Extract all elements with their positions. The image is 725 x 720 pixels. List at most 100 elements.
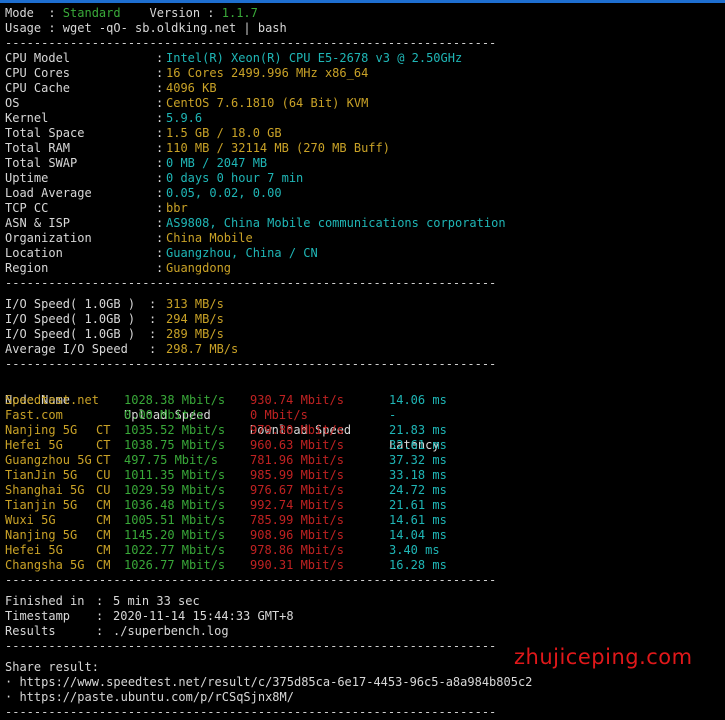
- io-speed-row: I/O Speed( 1.0GB ):313 MB/s: [5, 297, 725, 312]
- node-isp: CU: [96, 468, 111, 482]
- download-speed: 908.96 Mbit/s: [250, 528, 344, 542]
- version-value: 1.1.7: [221, 6, 258, 20]
- mode-value: Standard: [62, 6, 121, 20]
- latency: 14.04 ms: [389, 528, 447, 542]
- system-info-row: Organization: China Mobile: [5, 231, 725, 246]
- node-isp: CM: [96, 513, 111, 527]
- io-value: 289 MB/s: [166, 327, 224, 341]
- info-colon: :: [156, 231, 164, 245]
- io-colon: :: [149, 297, 157, 311]
- status-value: 5 min 33 sec: [113, 594, 200, 608]
- io-speed-row: I/O Speed( 1.0GB ):294 MB/s: [5, 312, 725, 327]
- watermark-text: zhujiceping.com: [514, 645, 693, 669]
- latency: 16.28 ms: [389, 558, 447, 572]
- system-info-row: Total RAM:110 MB / 32114 MB (270 MB Buff…: [5, 141, 725, 156]
- info-value: 1.5 GB / 18.0 GB: [166, 126, 282, 140]
- share-link-paste[interactable]: · https://paste.ubuntu.com/p/rCSqSjnx8M/: [5, 690, 725, 705]
- io-speed-row: Average I/O Speed:298.7 MB/s: [5, 342, 725, 357]
- upload-speed: 1038.75 Mbit/s: [124, 438, 226, 452]
- info-key: Load Average: [5, 186, 92, 200]
- status-key: Results: [5, 624, 56, 638]
- node-isp: CT: [96, 423, 111, 437]
- node-isp: CT: [96, 453, 111, 467]
- speedtest-row: Shanghai 5G CU 1029.59 Mbit/s 976.67 Mbit/s…: [5, 483, 725, 498]
- system-info-row: Uptime:0 days 0 hour 7 min: [5, 171, 725, 186]
- speedtest-row: Wuxi 5G CM 1005.51 Mbit/s 785.99 Mbit/s 14.6…: [5, 513, 725, 528]
- upload-speed: 1026.77 Mbit/s: [124, 558, 226, 572]
- system-info-row: CPU Model: Intel(R) Xeon(R) CPU E5-2678 v…: [5, 51, 725, 66]
- info-colon: :: [156, 171, 164, 185]
- upload-speed: 1029.59 Mbit/s: [124, 483, 226, 497]
- node-name: Nanjing 5G: [5, 528, 78, 542]
- system-info-row: Total Space:1.5 GB / 18.0 GB: [5, 126, 725, 141]
- status-row: Results: ./superbench.log: [5, 624, 725, 639]
- io-value: 313 MB/s: [166, 297, 224, 311]
- info-colon: :: [156, 66, 164, 80]
- info-value: CentOS 7.6.1810 (64 Bit) KVM: [166, 96, 369, 110]
- speedtest-row: Hefei 5G CM 1022.77 Mbit/s 978.86 Mbit/s 3.4…: [5, 543, 725, 558]
- speedtest-row: Nanjing 5G CM 1145.20 Mbit/s 908.96 Mbit/s 1…: [5, 528, 725, 543]
- io-colon: :: [149, 342, 157, 356]
- info-colon: :: [156, 141, 164, 155]
- io-key: I/O Speed( 1.0GB ): [5, 312, 136, 326]
- share-link-speedtest[interactable]: · https://www.speedtest.net/result/c/375…: [5, 675, 725, 690]
- node-name: TianJin 5G: [5, 468, 78, 482]
- latency: -: [389, 408, 397, 422]
- info-key: OS: [5, 96, 20, 110]
- separator: ----------------------------------------…: [5, 573, 497, 587]
- node-isp: CM: [96, 543, 111, 557]
- status-colon: :: [96, 609, 104, 623]
- upload-speed: 1036.48 Mbit/s: [124, 498, 226, 512]
- latency: 33.18 ms: [389, 468, 447, 482]
- status-colon: :: [96, 624, 104, 638]
- info-value: 0 days 0 hour 7 min: [166, 171, 304, 185]
- download-speed: 0 Mbit/s: [250, 408, 308, 422]
- info-key: CPU Model: [5, 51, 71, 65]
- system-info-row: CPU Cores:16 Cores 2499.996 MHz x86_64: [5, 66, 725, 81]
- info-value: 4096 KB: [166, 81, 217, 95]
- speedtest-row: Fast.com 0.00 Mbit/s 0 Mbit/s -: [5, 408, 725, 423]
- info-value: 0.05, 0.02, 0.00: [166, 186, 282, 200]
- io-key: I/O Speed( 1.0GB ): [5, 327, 136, 341]
- info-value: 110 MB / 32114 MB (270 MB Buff): [166, 141, 390, 155]
- upload-speed: 0.00 Mbit/s: [124, 408, 204, 422]
- node-name: Nanjing 5G: [5, 423, 78, 437]
- io-value: 294 MB/s: [166, 312, 224, 326]
- info-key: TCP CC: [5, 201, 49, 215]
- info-colon: :: [156, 261, 164, 275]
- speedtest-table: Speedtest.net 1028.38 Mbit/s 930.74 Mbit/s…: [5, 393, 725, 573]
- node-name: Speedtest.net: [5, 393, 99, 407]
- system-info-row: Kernel:5.9.6: [5, 111, 725, 126]
- io-key: Average I/O Speed: [5, 342, 128, 356]
- node-name: Fast.com: [5, 408, 63, 422]
- info-colon: :: [156, 216, 164, 230]
- io-speed-section: I/O Speed( 1.0GB ):313 MB/s I/O Speed( 1.…: [5, 297, 725, 357]
- system-info-row: TCP CC: bbr: [5, 201, 725, 216]
- speedtest-header-row: Node Name Upload Speed Download Speed La…: [5, 378, 725, 452]
- system-info-row: Total SWAP:0 MB / 2047 MB: [5, 156, 725, 171]
- io-speed-row: I/O Speed( 1.0GB ):289 MB/s: [5, 327, 725, 342]
- version-label: Version :: [120, 6, 222, 20]
- node-isp: CM: [96, 528, 111, 542]
- system-info-row: Region: Guangdong: [5, 261, 725, 276]
- system-info-row: Load Average:0.05, 0.02, 0.00: [5, 186, 725, 201]
- node-name: Hefei 5G: [5, 438, 63, 452]
- info-colon: :: [156, 201, 164, 215]
- status-key: Timestamp: [5, 609, 71, 623]
- info-key: Kernel: [5, 111, 49, 125]
- download-speed: 985.99 Mbit/s: [250, 468, 344, 482]
- system-info-row: Location: Guangzhou, China / CN: [5, 246, 725, 261]
- info-value: 16 Cores 2499.996 MHz x86_64: [166, 66, 369, 80]
- info-key: Location: [5, 246, 63, 260]
- info-key: CPU Cache: [5, 81, 71, 95]
- node-isp: CT: [96, 438, 111, 452]
- info-key: Total SWAP: [5, 156, 78, 170]
- info-key: Region: [5, 261, 49, 275]
- node-name: Hefei 5G: [5, 543, 63, 557]
- status-colon: :: [96, 594, 104, 608]
- download-speed: 990.31 Mbit/s: [250, 558, 344, 572]
- node-isp: CU: [96, 483, 111, 497]
- info-colon: :: [156, 81, 164, 95]
- upload-speed: 1028.38 Mbit/s: [124, 393, 226, 407]
- latency: 21.61 ms: [389, 498, 447, 512]
